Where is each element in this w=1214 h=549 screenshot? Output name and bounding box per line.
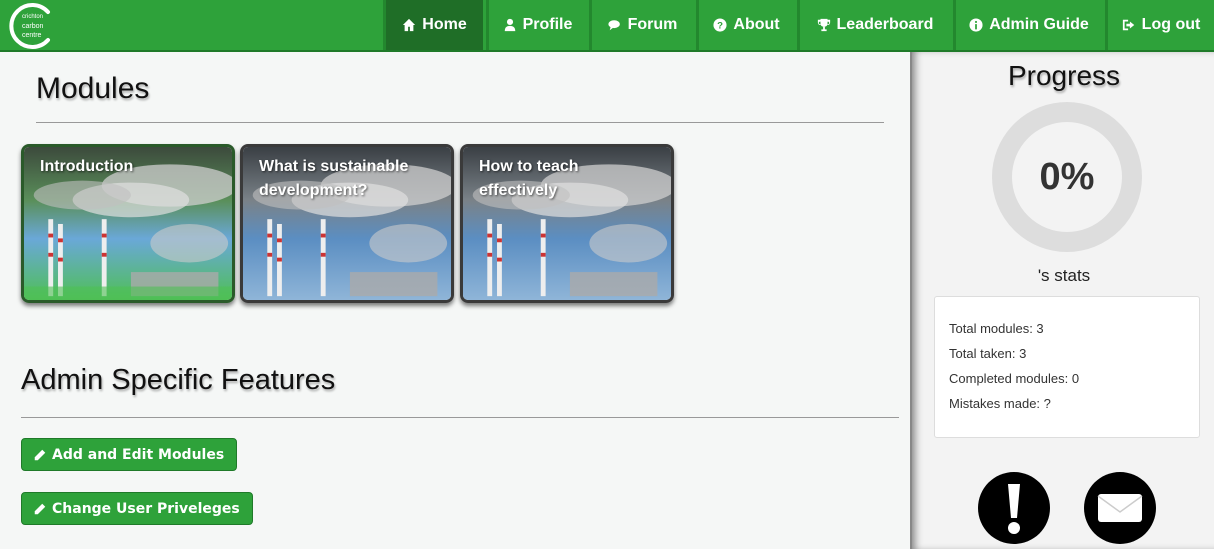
module-card-title: What is sustainable development? — [259, 158, 409, 199]
add-edit-modules-button[interactable]: Add and Edit Modules — [21, 438, 238, 471]
crichton-carbon-centre-logo[interactable]: crichton carbon centre — [8, 2, 56, 50]
home-icon — [403, 18, 416, 32]
module-card-title: How to teach effectively — [479, 158, 579, 199]
logo-text-2: carbon — [22, 23, 44, 30]
stat-completed-modules: Completed modules: 0 — [949, 371, 1080, 386]
trophy-icon — [817, 18, 830, 32]
nav-admin-guide[interactable]: Admin Guide — [953, 0, 1102, 50]
navbar: crichton carbon centre Home Profile Foru… — [0, 0, 1214, 52]
stats-label: 's stats — [1037, 266, 1091, 285]
nav-about-label: About — [733, 16, 780, 33]
stat-total-modules: Total modules: 3 — [949, 321, 1044, 336]
pencil-icon — [34, 449, 46, 460]
envelope-icon — [1097, 494, 1143, 522]
nav-admin-guide-label: Admin Guide — [989, 16, 1089, 33]
modules-heading: Modules — [36, 72, 150, 105]
module-card-title: Introduction — [40, 158, 134, 175]
logo-text-3: centre — [22, 32, 42, 39]
nav-logout-label: Log out — [1141, 16, 1201, 33]
nav-profile[interactable]: Profile — [486, 0, 586, 50]
admin-features-heading: Admin Specific Features — [21, 364, 336, 396]
logo-text-1: crichton — [22, 14, 43, 20]
module-card-introduction[interactable]: Introduction — [21, 144, 235, 303]
info-circle-icon — [969, 18, 983, 32]
change-user-privileges-button[interactable]: Change User Priveleges — [21, 492, 253, 525]
stat-mistakes-made: Mistakes made: ? — [949, 396, 1051, 411]
change-user-privileges-label: Change User Priveleges — [52, 500, 240, 517]
sign-out-icon — [1122, 19, 1134, 31]
nav-forum[interactable]: Forum — [589, 0, 693, 50]
nav-home-label: Home — [422, 16, 467, 33]
nav-profile-label: Profile — [522, 16, 573, 33]
contact-mail-button[interactable] — [1084, 472, 1156, 544]
nav-leaderboard-label: Leaderboard — [836, 16, 934, 33]
module-card-sustainable-development[interactable]: What is sustainable development? — [240, 144, 454, 303]
module-card-teach-effectively[interactable]: How to teach effectively — [460, 144, 674, 303]
report-issue-button[interactable] — [978, 472, 1050, 544]
pencil-icon — [34, 503, 46, 514]
stats-panel: Total modules: 3 Total taken: 3 Complete… — [934, 296, 1200, 438]
progress-percent: 0% — [1039, 155, 1095, 198]
user-icon — [504, 18, 515, 32]
question-circle-icon: ? — [713, 18, 727, 32]
stat-total-taken: Total taken: 3 — [949, 346, 1027, 361]
nav-leaderboard[interactable]: Leaderboard — [797, 0, 950, 50]
add-edit-modules-label: Add and Edit Modules — [52, 446, 225, 463]
progress-title: Progress — [1007, 60, 1121, 91]
svg-text:?: ? — [717, 21, 723, 32]
admin-divider — [21, 417, 899, 418]
modules-divider — [36, 122, 884, 123]
nav-about[interactable]: ? About — [696, 0, 794, 50]
exclamation-icon — [1008, 484, 1020, 534]
nav-logout[interactable]: Log out — [1105, 0, 1214, 50]
nav-forum-label: Forum — [627, 16, 678, 33]
nav-home[interactable]: Home — [383, 0, 483, 50]
main-content: Modules Introduction What is sustainable… — [0, 52, 910, 549]
comments-icon — [608, 20, 620, 31]
progress-sidebar: Progress 0% 's stats Total modules: 3 To… — [910, 52, 1214, 549]
